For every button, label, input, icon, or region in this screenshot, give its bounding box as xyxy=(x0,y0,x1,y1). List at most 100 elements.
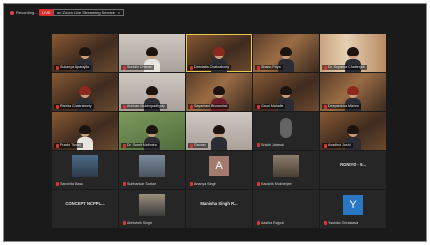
mic-muted-icon xyxy=(56,65,59,70)
participant-photo xyxy=(72,155,98,177)
participant-name-label: Dr. Suparna Chatterjee xyxy=(328,65,365,69)
close-icon[interactable]: x xyxy=(118,10,120,16)
mic-muted-icon xyxy=(257,143,260,147)
participant-name: Yashika Srivastava xyxy=(324,221,358,225)
participant-name-label: Sukanya Aparajita xyxy=(60,65,89,69)
mic-muted-icon xyxy=(324,143,327,148)
participant-name: Srishti Jaiswal xyxy=(257,143,284,147)
participant-name: Sayantani Bhowmick xyxy=(188,104,230,109)
participant-tile[interactable]: Prachi Tiwari xyxy=(52,112,118,150)
mic-muted-icon xyxy=(324,65,327,70)
participant-tile[interactable]: Aastha Rajput xyxy=(253,190,319,228)
participant-name-label: Abhishek Singh xyxy=(127,221,152,225)
participant-video xyxy=(211,125,227,150)
mic-muted-icon xyxy=(257,221,260,225)
participant-tile[interactable]: Dr. Suparna Chatterjee xyxy=(320,34,386,72)
participant-tile[interactable]: CONCEPT NCPPL... xyxy=(52,190,118,228)
participant-name: Gaurav xyxy=(188,143,208,148)
record-icon xyxy=(10,10,14,15)
mic-muted-icon xyxy=(56,143,59,148)
participant-tile[interactable]: Avadhut Joshi xyxy=(320,112,386,150)
mic-muted-icon xyxy=(257,182,260,186)
participant-name: Prachi Tiwari xyxy=(54,143,83,148)
participant-tile[interactable]: Debdatta Chakraborty xyxy=(186,34,252,72)
mic-muted-icon xyxy=(190,182,193,186)
live-badge[interactable]: LIVE xyxy=(39,9,54,16)
participant-tile[interactable]: Gauri Mahalle xyxy=(253,73,319,111)
participant-tile[interactable]: Sanchita Basu xyxy=(52,151,118,189)
participant-name: Shanu Priya xyxy=(255,65,283,70)
participant-tile[interactable]: Shanu Priya xyxy=(253,34,319,72)
meeting-topbar: Recording... LIVE on Zoom Live Streaming… xyxy=(4,4,426,24)
participant-video xyxy=(280,118,292,138)
participant-tile[interactable]: RGNIYD - 9... xyxy=(320,151,386,189)
participant-name-label: Dr. Sumit Malhotra xyxy=(127,143,157,147)
participant-name-label: Yashika Srivastava xyxy=(328,221,359,225)
participant-name: Subhankar Sarkar xyxy=(123,182,156,186)
participant-photo xyxy=(139,155,165,177)
mic-muted-icon xyxy=(257,65,260,70)
participant-tile[interactable]: A Ananya Singh xyxy=(186,151,252,189)
participant-name-label: Srishti Jaiswal xyxy=(261,143,284,147)
mic-muted-icon xyxy=(324,104,327,109)
participant-name-label: Aastha Rajput xyxy=(261,221,284,225)
participant-tile[interactable]: Gaurav xyxy=(186,112,252,150)
participant-tile[interactable]: Sunidhi Dhiman xyxy=(119,34,185,72)
participant-display-name: Manisha Singh R... xyxy=(200,201,238,206)
participant-name-label: Gaurav xyxy=(194,143,206,147)
participant-photo xyxy=(273,155,299,177)
participant-name: Gauri Mahalle xyxy=(255,104,286,109)
participant-name-label: Avadhut Joshi xyxy=(328,143,351,147)
participant-name: Dr. Sumit Malhotra xyxy=(121,143,159,148)
participant-tile[interactable]: Kaushik Mukherjee xyxy=(253,151,319,189)
participant-name: Sukanya Aparajita xyxy=(54,65,91,70)
mic-muted-icon xyxy=(56,104,59,109)
mic-muted-icon xyxy=(123,65,126,70)
mic-muted-icon xyxy=(123,104,126,109)
participant-name: Sunidhi Dhiman xyxy=(121,65,155,70)
participant-tile[interactable]: Deepshikha Mishra xyxy=(320,73,386,111)
mic-muted-icon xyxy=(123,221,126,225)
participant-tile[interactable]: Subhankar Sarkar xyxy=(119,151,185,189)
participant-tile[interactable]: Manisha Singh R... xyxy=(186,190,252,228)
participant-tile[interactable]: Srishti Jaiswal xyxy=(253,112,319,150)
participant-name: Kaushik Mukherjee xyxy=(257,182,292,186)
participant-display-name: RGNIYD - 9... xyxy=(340,162,366,167)
participant-name-label: Debdatta Chakraborty xyxy=(194,65,230,69)
participant-name-label: Prachi Tiwari xyxy=(60,143,81,147)
participant-gallery: Sukanya Aparajita Sunidhi Dhiman Debdatta … xyxy=(52,34,386,228)
participant-name-label: Gauri Mahalle xyxy=(261,104,284,108)
participant-name: Aastha Rajput xyxy=(257,221,284,225)
participant-name-label: Kaushik Mukherjee xyxy=(261,182,292,186)
participant-name-label: Ananya Singh xyxy=(194,182,217,186)
participant-name-label: Shanu Priya xyxy=(261,65,281,69)
recording-indicator[interactable]: Recording... xyxy=(10,10,38,15)
participant-tile[interactable]: Sayantani Bhowmick xyxy=(186,73,252,111)
participant-name-label: Rishita Chakraborty xyxy=(60,104,92,108)
participant-tile[interactable]: Anirban Mukhopadhyay xyxy=(119,73,185,111)
participant-name: Rishita Chakraborty xyxy=(54,104,94,109)
participant-name-label: Deepshikha Mishra xyxy=(328,104,359,108)
participant-tile[interactable]: Y Yashika Srivastava xyxy=(320,190,386,228)
participant-tile[interactable]: Abhishek Singh xyxy=(119,190,185,228)
participant-name-label: Subhankar Sarkar xyxy=(127,182,156,186)
mic-muted-icon xyxy=(190,143,193,148)
participant-tile[interactable]: Dr. Sumit Malhotra xyxy=(119,112,185,150)
mic-muted-icon xyxy=(190,65,193,70)
avatar: Y xyxy=(343,195,363,215)
participant-name: Ananya Singh xyxy=(190,182,216,186)
participant-name-label: Sayantani Bhowmick xyxy=(194,104,228,108)
live-stream-status[interactable]: on Zoom Live Streaming Service x xyxy=(53,9,125,16)
mic-muted-icon xyxy=(56,182,59,186)
participant-tile[interactable]: Rishita Chakraborty xyxy=(52,73,118,111)
mic-muted-icon xyxy=(324,221,327,225)
mic-muted-icon xyxy=(123,143,126,148)
participant-name: Sanchita Basu xyxy=(56,182,83,186)
participant-name: Anirban Mukhopadhyay xyxy=(121,104,167,109)
participant-tile[interactable]: Sukanya Aparajita xyxy=(52,34,118,72)
participant-name: Deepshikha Mishra xyxy=(322,104,361,109)
participant-name: Avadhut Joshi xyxy=(322,143,353,148)
mic-muted-icon xyxy=(123,182,126,186)
mic-muted-icon xyxy=(257,104,260,109)
participant-name-label: Sunidhi Dhiman xyxy=(127,65,153,69)
